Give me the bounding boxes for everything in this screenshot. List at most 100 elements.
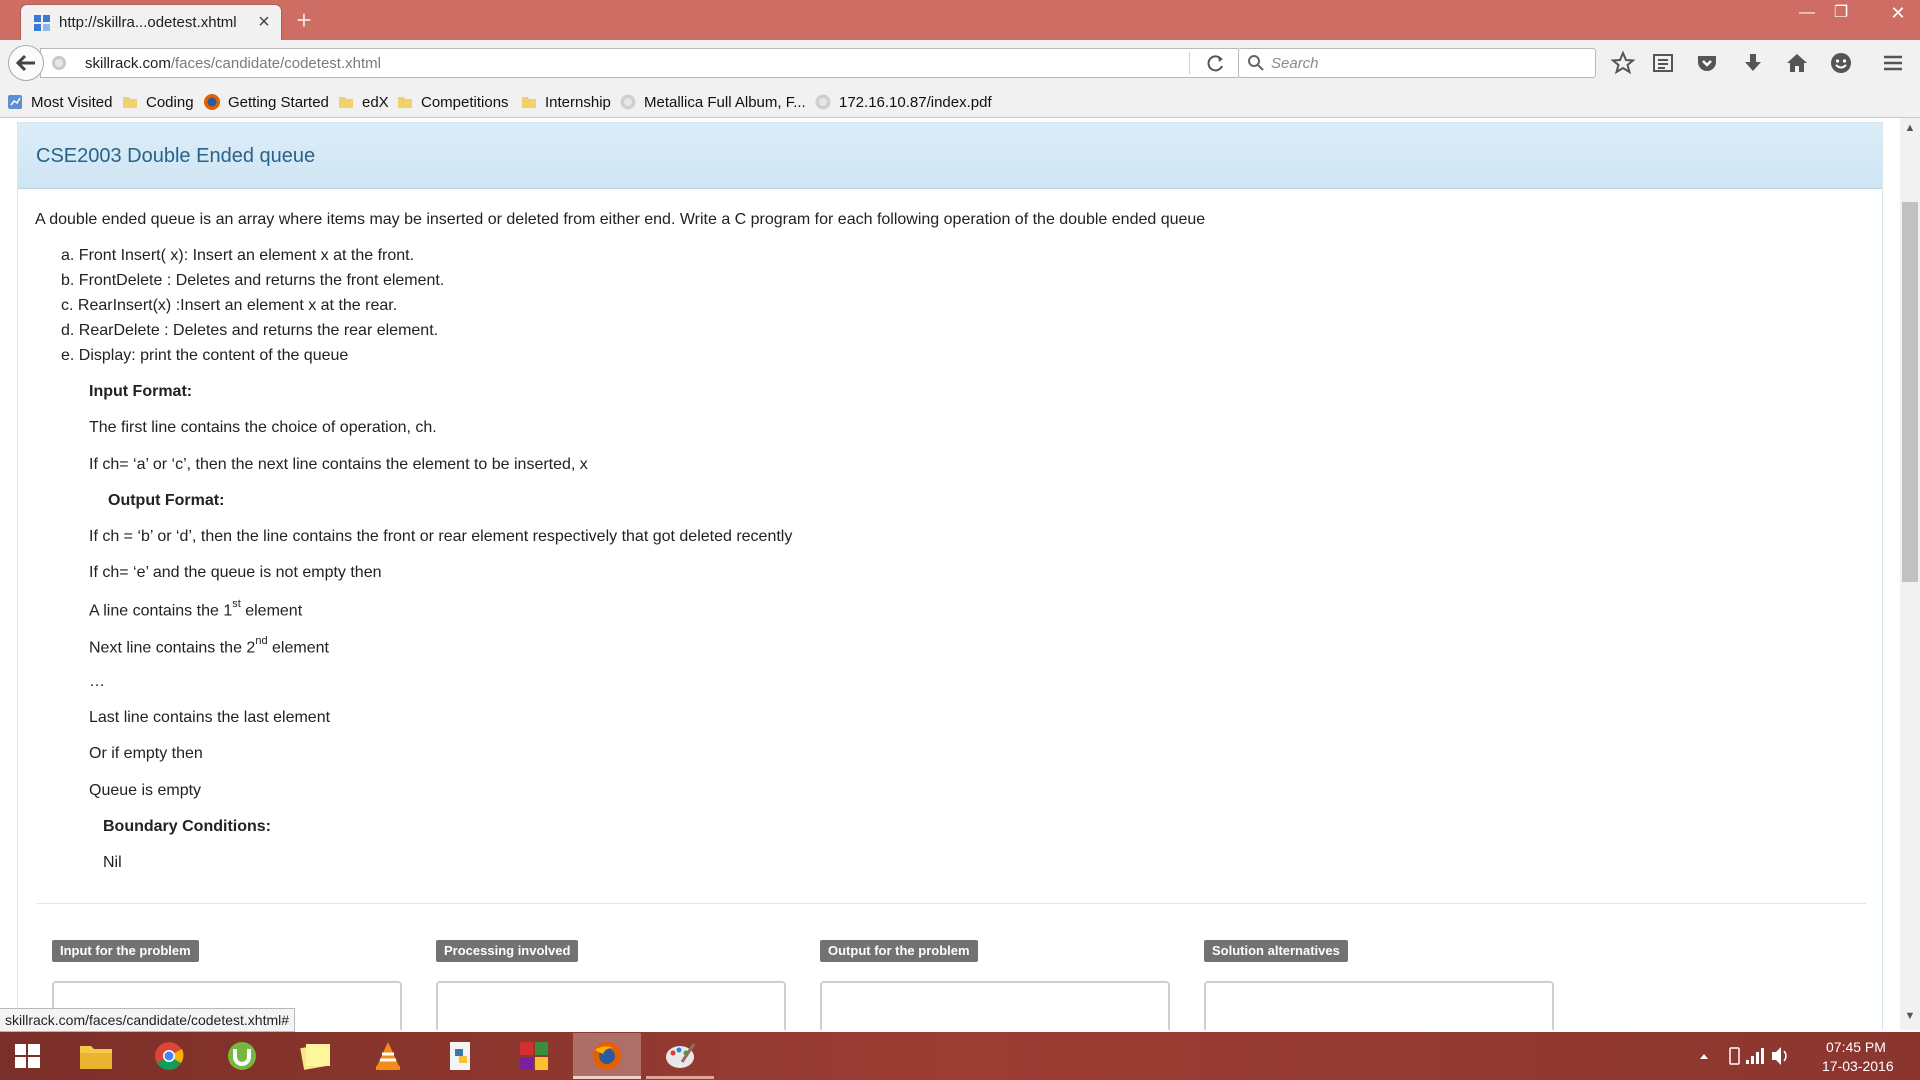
- minimize-icon[interactable]: —: [1790, 0, 1824, 28]
- output-format-line: If ch = ‘b’ or ‘d’, then the line contai…: [89, 528, 793, 545]
- taskbar-sticky-notes[interactable]: [281, 1033, 349, 1079]
- page-scrollbar[interactable]: ▲ ▼: [1900, 118, 1920, 1030]
- site-info-icon[interactable]: [51, 55, 67, 71]
- start-icon[interactable]: [0, 1032, 56, 1080]
- url-bar[interactable]: skillrack.com/faces/candidate/codetest.x…: [40, 48, 1240, 78]
- output-section-badge: Output for the problem: [820, 940, 978, 962]
- solution-section-badge: Solution alternatives: [1204, 940, 1348, 962]
- page-content: CSE2003 Double Ended queue A double ende…: [0, 118, 1900, 1030]
- search-icon: [1248, 55, 1264, 71]
- taskbar-chrome[interactable]: [135, 1033, 203, 1079]
- browser-tab[interactable]: http://skillra...odetest.xhtml ×: [20, 4, 282, 40]
- bookmark-pdf[interactable]: 172.16.10.87/index.pdf: [814, 90, 992, 114]
- output-format-line: Or if empty then: [89, 745, 203, 762]
- bookmark-label: Internship: [545, 93, 611, 111]
- ordinal-suffix: st: [232, 598, 241, 610]
- maximize-icon[interactable]: ❐: [1824, 0, 1858, 28]
- star-icon[interactable]: [1610, 50, 1636, 76]
- scrollbar-thumb[interactable]: [1902, 202, 1918, 582]
- operation-item: c. RearInsert(x) :Insert an element x at…: [61, 297, 398, 314]
- reload-icon[interactable]: [1201, 51, 1231, 75]
- menu-icon[interactable]: [1880, 50, 1906, 76]
- folder-icon: [398, 97, 412, 108]
- reading-list-icon[interactable]: [1650, 50, 1676, 76]
- vlc-icon: [376, 1042, 400, 1070]
- ordinal-suffix: nd: [255, 635, 268, 647]
- bookmark-coding[interactable]: Coding: [121, 90, 194, 114]
- processing-answer-textarea[interactable]: [436, 981, 786, 1030]
- bookmark-most-visited[interactable]: Most Visited: [6, 90, 112, 114]
- output-format-line: A line contains the 1st element: [89, 598, 303, 620]
- chrome-icon: [155, 1042, 184, 1070]
- close-icon[interactable]: ×: [253, 11, 275, 33]
- operation-item: d. RearDelete : Deletes and returns the …: [61, 322, 439, 339]
- python-icon: [450, 1042, 470, 1070]
- bookmarks-toolbar: Most Visited Coding Getting Started edX …: [0, 86, 1920, 118]
- clock-date[interactable]: 17-03-2016: [1822, 1058, 1894, 1074]
- bookmark-internship[interactable]: Internship: [520, 90, 611, 114]
- bookmark-label: Coding: [146, 93, 194, 111]
- bookmark-edx[interactable]: edX: [337, 90, 389, 114]
- volume-icon[interactable]: [1772, 1047, 1787, 1065]
- section-divider: [36, 903, 1866, 904]
- download-icon[interactable]: [1740, 50, 1766, 76]
- bookmark-label: edX: [362, 93, 389, 111]
- problem-header: CSE2003 Double Ended queue: [18, 123, 1882, 189]
- url-path: /faces/candidate/codetest.xhtml: [170, 55, 381, 72]
- input-format-line: If ch= ‘a’ or ‘c’, then the next line co…: [89, 456, 588, 473]
- output-format-heading: Output Format:: [108, 492, 225, 509]
- app-grid-icon: [520, 1042, 548, 1070]
- home-icon[interactable]: [1784, 50, 1810, 76]
- taskbar-python[interactable]: [427, 1033, 495, 1079]
- taskbar-file-explorer[interactable]: [62, 1033, 130, 1079]
- second-line-tail: element: [267, 639, 329, 657]
- url-text: skillrack.com/faces/candidate/codetest.x…: [85, 55, 381, 72]
- taskbar-firefox[interactable]: [573, 1033, 641, 1079]
- plus-icon[interactable]: +: [290, 6, 318, 34]
- operation-item: b. FrontDelete : Deletes and returns the…: [61, 272, 445, 289]
- network-icon[interactable]: [1746, 1048, 1764, 1064]
- scroll-up-arrow-icon[interactable]: ▲: [1900, 122, 1920, 138]
- bookmark-metallica[interactable]: Metallica Full Album, F...: [619, 90, 806, 114]
- bookmark-label: Getting Started: [228, 93, 329, 111]
- globe-icon: [815, 94, 831, 110]
- paint-icon: [666, 1043, 696, 1068]
- first-line-text: A line contains the 1: [89, 602, 233, 620]
- output-answer-textarea[interactable]: [820, 981, 1170, 1030]
- taskbar-app-grid[interactable]: [500, 1033, 568, 1079]
- pocket-icon[interactable]: [1694, 50, 1720, 76]
- search-input[interactable]: [1271, 52, 1581, 74]
- bookmark-getting-started[interactable]: Getting Started: [203, 90, 329, 114]
- folder-icon: [123, 97, 137, 108]
- tray-expand-icon[interactable]: [1700, 1054, 1708, 1059]
- processing-section-badge: Processing involved: [436, 940, 579, 962]
- battery-icon[interactable]: [1729, 1047, 1740, 1065]
- status-link: skillrack.com/faces/candidate/codetest.x…: [0, 1008, 296, 1032]
- firefox-icon: [204, 94, 220, 110]
- operation-item: e. Display: print the content of the que…: [61, 347, 349, 364]
- hello-icon[interactable]: [1828, 50, 1854, 76]
- search-bar[interactable]: [1238, 48, 1596, 78]
- taskbar-vlc[interactable]: [354, 1033, 422, 1079]
- bookmark-label: Metallica Full Album, F...: [644, 93, 806, 111]
- taskbar-utorrent[interactable]: [208, 1033, 276, 1079]
- clock-time[interactable]: 07:45 PM: [1826, 1039, 1886, 1055]
- taskbar-paint[interactable]: [646, 1033, 714, 1079]
- navigation-toolbar: skillrack.com/faces/candidate/codetest.x…: [0, 40, 1920, 86]
- window-close-icon[interactable]: ✕: [1876, 0, 1920, 28]
- back-button[interactable]: [8, 45, 44, 81]
- scroll-down-arrow-icon[interactable]: ▼: [1900, 1010, 1920, 1026]
- sticky-notes-icon: [300, 1044, 330, 1070]
- output-format-line: Next line contains the 2nd element: [89, 635, 329, 657]
- input-section-badge: Input for the problem: [52, 940, 199, 962]
- folder-icon: [522, 97, 536, 108]
- solution-answer-textarea[interactable]: [1204, 981, 1554, 1030]
- bookmark-label: Competitions: [421, 93, 509, 111]
- url-host: skillrack.com: [85, 55, 171, 72]
- bookmark-competitions[interactable]: Competitions: [396, 90, 509, 114]
- firefox-icon: [593, 1042, 621, 1070]
- tab-favicon-icon: [34, 15, 50, 31]
- browser-titlebar: http://skillra...odetest.xhtml × + — ❐ ✕: [0, 0, 1920, 40]
- system-tray[interactable]: [1690, 1032, 1800, 1080]
- first-line-tail: element: [240, 602, 303, 620]
